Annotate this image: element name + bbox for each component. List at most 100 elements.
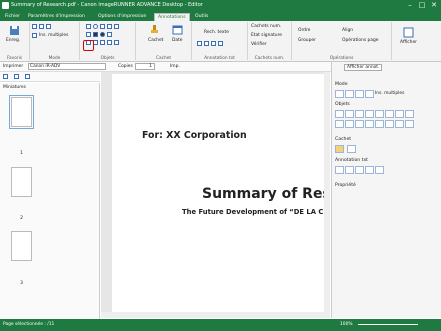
date-button[interactable]: Date: [172, 38, 183, 43]
rech-texte-button[interactable]: Rech. texte: [204, 30, 229, 35]
tab-outils[interactable]: Outils: [192, 13, 211, 21]
properties-panel: Afficher annot. Mode Ins. multiples Obje…: [331, 62, 441, 318]
object-tool-icon[interactable]: [355, 120, 364, 128]
annot-tool-icon[interactable]: [365, 166, 374, 174]
page-thumbnail-1[interactable]: [11, 97, 32, 127]
operations-page-button[interactable]: Opérations page: [342, 38, 379, 43]
object-tool-icon[interactable]: [335, 120, 344, 128]
annot-tool-icon[interactable]: [375, 166, 384, 174]
tab-annotations[interactable]: Annotations: [154, 13, 190, 21]
pen-icon[interactable]: [86, 32, 91, 37]
thumb-tool-icon[interactable]: [14, 74, 19, 79]
link-icon[interactable]: [107, 40, 112, 45]
imprimer-label: Imprimer: [3, 64, 24, 69]
ribbon: Enreg. Favoris Ins. multiples Mode Objet…: [0, 21, 441, 62]
group-label: Mode: [48, 56, 61, 61]
mode-hand-icon[interactable]: [345, 90, 354, 98]
mode-hand-icon[interactable]: [39, 24, 44, 29]
image-icon[interactable]: [114, 40, 119, 45]
vertical-scrollbar[interactable]: [324, 72, 330, 318]
ellipse-icon[interactable]: [93, 24, 98, 29]
ins-multiples-icon[interactable]: [365, 90, 374, 98]
afficher-button[interactable]: Afficher: [400, 40, 417, 45]
annotation-txt-section-label: Annotation txt: [335, 158, 368, 163]
print-button[interactable]: Imp.: [170, 64, 180, 69]
copies-input[interactable]: 1: [135, 63, 155, 70]
ins-multiples-button[interactable]: Ins. multiples: [375, 91, 404, 96]
highlighter-icon[interactable]: [107, 32, 112, 37]
tab-fichier[interactable]: Fichier: [2, 13, 23, 21]
date-icon[interactable]: [347, 145, 356, 153]
minimize-button[interactable]: –: [404, 1, 416, 10]
annot-tool-icon[interactable]: [197, 41, 202, 46]
etat-signature-button[interactable]: Etat signature: [251, 33, 282, 38]
note-icon[interactable]: [100, 40, 105, 45]
object-tool-icon[interactable]: [365, 120, 374, 128]
annot-tool-icon[interactable]: [211, 41, 216, 46]
annot-tool-icon[interactable]: [335, 166, 344, 174]
object-tool-icon[interactable]: [355, 110, 364, 118]
enreg-button[interactable]: Enreg.: [6, 38, 20, 43]
ordre-button[interactable]: Ordre: [298, 28, 310, 33]
ins-multiples-icon[interactable]: [32, 33, 37, 38]
tab-options-impression[interactable]: Options d'impression: [95, 13, 149, 21]
object-tool-icon[interactable]: [405, 120, 414, 128]
object-tool-icon[interactable]: [385, 120, 394, 128]
zoom-level[interactable]: 100%: [340, 322, 353, 327]
stamp-icon[interactable]: [149, 24, 160, 35]
grouper-button[interactable]: Grouper: [298, 38, 316, 43]
object-tool-icon[interactable]: [395, 110, 404, 118]
annot-tool-icon[interactable]: [355, 166, 364, 174]
page-thumbnail-2[interactable]: [11, 167, 32, 197]
polygon-icon[interactable]: [100, 24, 105, 29]
object-tool-icon[interactable]: [375, 120, 384, 128]
align-button[interactable]: Align: [342, 28, 353, 33]
annot-tool-icon[interactable]: [345, 166, 354, 174]
verifier-button[interactable]: Vérifier: [251, 42, 267, 47]
object-tool-icon[interactable]: [345, 110, 354, 118]
cachets-num-button[interactable]: Cachets num.: [251, 24, 281, 29]
arrow-icon[interactable]: [114, 24, 119, 29]
filled-ellipse-icon[interactable]: [100, 32, 105, 37]
group-cachet: Cachet Date Cachet: [136, 22, 192, 61]
cachet-button[interactable]: Cachet: [148, 38, 163, 43]
object-tool-icon[interactable]: [395, 120, 404, 128]
printer-select[interactable]: Canon iR-ADV: [28, 63, 106, 70]
filled-rect-icon[interactable]: [93, 32, 98, 37]
document-page[interactable]: For: XX Corporation Summary of Rese The …: [112, 74, 340, 318]
tab-parametres-impression[interactable]: Paramètres d'impression: [25, 13, 88, 21]
page-thumbnail-3[interactable]: [11, 231, 32, 261]
page-number: 3: [20, 281, 23, 286]
maximize-button[interactable]: □: [416, 1, 428, 10]
object-tool-icon[interactable]: [375, 110, 384, 118]
ins-multiples-button[interactable]: Ins. multiples: [39, 33, 68, 38]
mode-zoom-icon[interactable]: [355, 90, 364, 98]
object-tool-icon[interactable]: [345, 120, 354, 128]
save-icon[interactable]: [9, 25, 20, 36]
group-label: Favoris: [6, 56, 23, 61]
object-tool-icon[interactable]: [335, 110, 344, 118]
close-button[interactable]: ✕: [428, 1, 440, 10]
afficher-annot-button[interactable]: Afficher annot.: [344, 64, 383, 71]
copies-label: Copies: [118, 64, 133, 69]
mode-zoom-icon[interactable]: [46, 24, 51, 29]
annot-tool-icon[interactable]: [218, 41, 223, 46]
object-tool-icon[interactable]: [365, 110, 374, 118]
annot-tool-icon[interactable]: [204, 41, 209, 46]
cachet-section-label: Cachet: [335, 137, 352, 142]
highlighted-object-button[interactable]: [83, 40, 94, 51]
rectangle-icon[interactable]: [86, 24, 91, 29]
group-label: Cachets num.: [254, 56, 285, 61]
line-icon[interactable]: [107, 24, 112, 29]
thumb-tool-icon[interactable]: [25, 74, 30, 79]
mode-select-icon[interactable]: [32, 24, 37, 29]
stamp-icon[interactable]: [335, 145, 344, 153]
zoom-slider[interactable]: [358, 324, 418, 325]
date-icon[interactable]: [172, 24, 183, 35]
thumb-tool-icon[interactable]: [3, 74, 8, 79]
mode-select-icon[interactable]: [335, 90, 344, 98]
object-tool-icon[interactable]: [385, 110, 394, 118]
object-tool-icon[interactable]: [405, 110, 414, 118]
display-icon[interactable]: [403, 27, 414, 38]
horizontal-scrollbar[interactable]: [101, 312, 330, 318]
